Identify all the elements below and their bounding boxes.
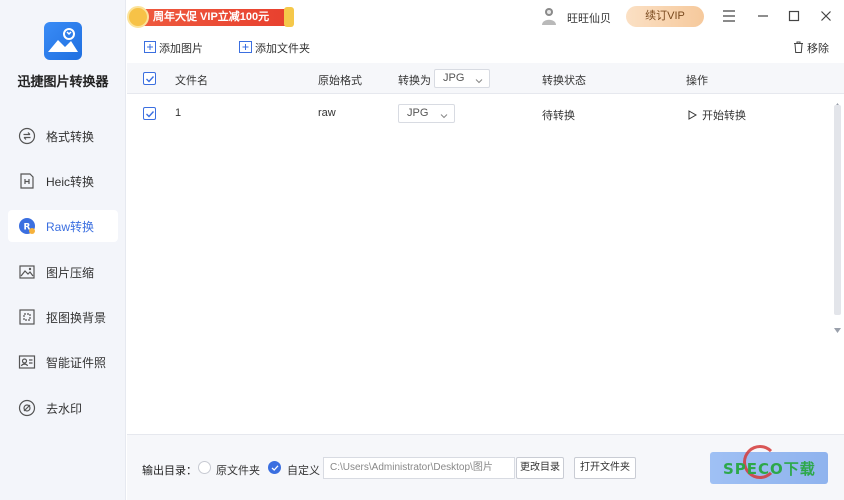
app-name: 迅捷图片转换器: [17, 74, 109, 89]
sidebar-item-id-photo[interactable]: 智能证件照: [8, 346, 118, 378]
sidebar-item-label: Raw转换: [46, 219, 95, 234]
remove-label: 移除: [807, 43, 829, 55]
add-image-button[interactable]: 添加图片: [144, 40, 203, 56]
row-format-select[interactable]: JPG: [398, 104, 455, 123]
header-convert-to: 转换为: [398, 75, 431, 87]
promo-banner[interactable]: 周年大促 VIP立减100元: [127, 6, 294, 28]
coin-icon: [127, 6, 149, 28]
select-all-checkbox[interactable]: [143, 72, 156, 85]
header-format-select[interactable]: JPG: [434, 69, 490, 88]
header-status: 转换状态: [542, 75, 586, 87]
radio-custom[interactable]: [268, 461, 281, 474]
cutout-icon: [17, 307, 37, 327]
sidebar-item-cutout[interactable]: 抠图换背景: [8, 301, 118, 333]
add-folder-icon: [239, 40, 252, 56]
add-folder-label: 添加文件夹: [255, 43, 310, 55]
scroll-thumb[interactable]: [834, 105, 841, 315]
radio-original-folder-label[interactable]: 原文件夹: [216, 462, 260, 478]
close-icon[interactable]: [818, 8, 834, 24]
cell-status: 待转换: [542, 110, 575, 122]
output-path-input[interactable]: C:\Users\Administrator\Desktop\图片: [323, 457, 515, 479]
sidebar-item-heic[interactable]: Heic转换: [8, 165, 118, 197]
sidebar-item-label: 智能证件照: [46, 355, 107, 370]
promo-ribbon-tail: [284, 7, 294, 27]
start-convert-label: 开始转换: [702, 110, 746, 122]
sidebar-item-raw[interactable]: R Raw转换: [8, 210, 118, 242]
chevron-down-icon: [440, 109, 448, 126]
promo-text: 周年大促 VIP立减100元: [139, 9, 289, 26]
app-logo: [44, 22, 82, 60]
sidebar-item-format-convert[interactable]: 格式转换: [8, 120, 118, 152]
menu-icon[interactable]: [721, 8, 737, 24]
minimize-icon[interactable]: [755, 8, 771, 24]
maximize-icon[interactable]: [786, 8, 802, 24]
add-image-icon: [144, 40, 156, 56]
trash-icon: [793, 41, 804, 56]
sidebar-item-label: 格式转换: [46, 129, 95, 144]
header-filename: 文件名: [175, 75, 208, 87]
open-folder-button[interactable]: 打开文件夹: [574, 457, 636, 479]
sidebar-item-label: Heic转换: [46, 174, 95, 189]
table-scrollbar[interactable]: [831, 95, 844, 334]
raw-icon: R: [17, 216, 37, 236]
sidebar-item-label: 去水印: [46, 401, 83, 416]
watermark-remove-icon: [17, 398, 37, 418]
site-watermark: SPECO下载: [723, 445, 833, 493]
format-convert-icon: [17, 126, 37, 146]
radio-original-folder[interactable]: [198, 461, 211, 474]
add-image-label: 添加图片: [159, 43, 203, 55]
sidebar: 迅捷图片转换器 格式转换 Heic转换 R Raw转换 图片压缩 抠图换背景 智…: [0, 0, 126, 500]
header-action: 操作: [686, 75, 708, 87]
start-convert-button[interactable]: 开始转换: [688, 107, 746, 123]
header-format-value: JPG: [443, 72, 465, 84]
sidebar-item-label: 图片压缩: [46, 265, 95, 280]
add-folder-button[interactable]: 添加文件夹: [239, 40, 310, 56]
change-dir-button[interactable]: 更改目录: [516, 457, 564, 479]
row-checkbox[interactable]: [143, 107, 156, 120]
remove-button[interactable]: 移除: [793, 40, 829, 56]
cell-filename: 1: [175, 107, 182, 119]
id-photo-icon: [17, 352, 37, 372]
scroll-down-icon[interactable]: [834, 322, 841, 336]
heic-icon: [17, 171, 37, 191]
image-compress-icon: [17, 262, 37, 282]
avatar[interactable]: [539, 6, 559, 26]
chevron-down-icon: [475, 74, 483, 91]
row-format-value: JPG: [407, 107, 429, 119]
output-dir-label: 输出目录：: [142, 465, 197, 477]
play-icon: [688, 110, 697, 120]
renew-vip-button[interactable]: 续订VIP: [626, 6, 704, 27]
header-original-format: 原始格式: [318, 75, 362, 87]
cell-original-format: raw: [318, 107, 336, 119]
radio-custom-label[interactable]: 自定义: [287, 462, 320, 478]
username[interactable]: 旺旺仙贝: [567, 10, 611, 26]
watermark-text: SPECO下载: [723, 460, 816, 478]
sidebar-item-image-compress[interactable]: 图片压缩: [8, 256, 118, 288]
sidebar-item-watermark-remove[interactable]: 去水印: [8, 392, 118, 424]
sidebar-item-label: 抠图换背景: [46, 310, 107, 325]
